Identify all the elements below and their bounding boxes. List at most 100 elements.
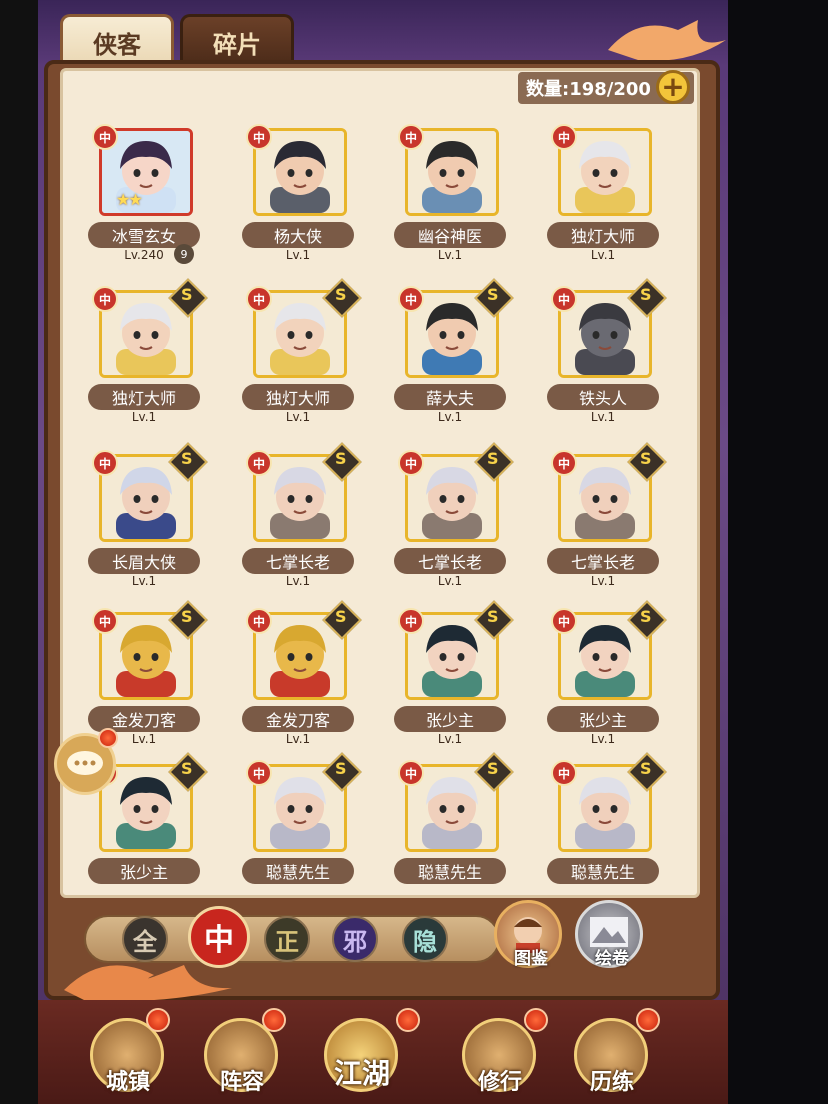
- hero-name: 独灯大师: [547, 222, 659, 248]
- faction-badge: 中: [92, 608, 118, 634]
- grade-s-icon: S: [487, 285, 499, 305]
- nav-button[interactable]: 江湖: [320, 1014, 404, 1098]
- hero-level: Lv.1: [590, 248, 616, 262]
- hero-card[interactable]: 中 S 聪慧先生: [390, 752, 520, 904]
- hero-card[interactable]: 中 S 张少主 Lv.1: [390, 600, 520, 752]
- hero-name: 七掌长老: [547, 548, 659, 574]
- scroll-gallery-label: 绘卷: [595, 949, 629, 969]
- grade-s-icon: S: [487, 449, 499, 469]
- hero-card[interactable]: 中 S 独灯大师 Lv.1: [84, 278, 214, 430]
- faction-badge: 中: [551, 450, 577, 476]
- hero-level: Lv.1: [285, 574, 311, 588]
- grade-s-icon: S: [640, 285, 652, 305]
- hero-card[interactable]: 中 S 聪慧先生: [238, 752, 368, 904]
- nav-notification-dot: [636, 1008, 660, 1032]
- hero-card[interactable]: 中 S 张少主 Lv.1: [543, 600, 673, 752]
- nav-notification-dot: [524, 1008, 548, 1032]
- tab-fragments-label: 碎片: [213, 30, 261, 59]
- grade-s-icon: S: [335, 607, 347, 627]
- codex-button[interactable]: 图鉴: [494, 900, 562, 969]
- grade-s-icon: S: [335, 449, 347, 469]
- faction-badge: 中: [246, 608, 272, 634]
- hero-level: Lv.1: [437, 732, 463, 746]
- nav-label: 阵容: [219, 1070, 264, 1095]
- game-screen: 侠客 碎片 数量:198/200 + 中 ★★ 冰雪玄女 Lv.240 9 中杨大侠 Lv.…: [38, 0, 728, 1104]
- device-bezel-right: [728, 0, 828, 1104]
- hero-name: 聪慧先生: [242, 858, 354, 884]
- grade-s-icon: S: [487, 607, 499, 627]
- hero-name: 七掌长老: [394, 548, 506, 574]
- grade-s-icon: S: [335, 759, 347, 779]
- hero-card[interactable]: 中 S 七掌长老 Lv.1: [238, 442, 368, 594]
- hero-name: 独灯大师: [88, 384, 200, 410]
- faction-badge: 中: [246, 760, 272, 786]
- hero-card[interactable]: 中幽谷神医 Lv.1: [390, 124, 520, 268]
- hero-level: Lv.1: [437, 574, 463, 588]
- hero-name: 聪慧先生: [547, 858, 659, 884]
- faction-badge: 中: [551, 608, 577, 634]
- hero-level: Lv.1: [590, 732, 616, 746]
- faction-filter-button[interactable]: 隐: [402, 916, 448, 962]
- tab-heroes-label: 侠客: [93, 30, 141, 59]
- expand-capacity-button[interactable]: +: [656, 70, 690, 104]
- faction-badge: 中: [551, 124, 577, 150]
- hero-level: Lv.1: [437, 410, 463, 424]
- faction-badge: 中: [398, 124, 424, 150]
- hero-name: 杨大侠: [242, 222, 354, 248]
- faction-badge: 中: [246, 450, 272, 476]
- hero-card[interactable]: 中 S 长眉大侠 Lv.1: [84, 442, 214, 594]
- faction-badge: 中: [398, 608, 424, 634]
- hero-card[interactable]: 中 S 聪慧先生: [543, 752, 673, 904]
- grade-s-icon: S: [335, 285, 347, 305]
- hero-card[interactable]: 中独灯大师 Lv.1: [543, 124, 673, 268]
- hero-rank-badge: 9: [174, 244, 194, 264]
- grade-s-icon: S: [487, 759, 499, 779]
- grade-s-icon: S: [640, 607, 652, 627]
- hero-level: Lv.1: [285, 248, 311, 262]
- nav-notification-dot: [262, 1008, 286, 1032]
- hero-level: Lv.1: [437, 248, 463, 262]
- star-rating: ★★: [116, 190, 143, 209]
- faction-badge: 中: [551, 760, 577, 786]
- hero-card[interactable]: 中 S 铁头人 Lv.1: [543, 278, 673, 430]
- nav-label: 城镇: [105, 1070, 150, 1095]
- nav-label: 历练: [589, 1070, 634, 1095]
- nav-label: 修行: [477, 1070, 522, 1095]
- nav-label: 江湖: [333, 1057, 390, 1090]
- faction-badge: 中: [92, 286, 118, 312]
- hero-name: 聪慧先生: [394, 858, 506, 884]
- chat-notification-dot: [98, 728, 118, 748]
- nav-notification-dot: [146, 1008, 170, 1032]
- faction-filter-button[interactable]: 正: [264, 916, 310, 962]
- grade-s-icon: S: [181, 449, 193, 469]
- hero-level: Lv.1: [590, 410, 616, 424]
- hero-name: 幽谷神医: [394, 222, 506, 248]
- hero-name: 张少主: [394, 706, 506, 732]
- hero-name: 张少主: [88, 858, 200, 884]
- faction-badge: 中: [246, 124, 272, 150]
- grade-s-icon: S: [640, 449, 652, 469]
- hero-level: Lv.1: [131, 410, 157, 424]
- hero-card[interactable]: 中 S 金发刀客 Lv.1: [238, 600, 368, 752]
- device-bezel-left: [0, 0, 38, 1104]
- faction-badge: 中: [246, 286, 272, 312]
- hero-level: Lv.1: [131, 574, 157, 588]
- faction-badge: 中: [398, 286, 424, 312]
- faction-badge: 中: [551, 286, 577, 312]
- hero-name: 张少主: [547, 706, 659, 732]
- chat-bubble-icon: [67, 751, 103, 775]
- hero-name: 独灯大师: [242, 384, 354, 410]
- hero-card[interactable]: 中 S 七掌长老 Lv.1: [543, 442, 673, 594]
- hero-card[interactable]: 中杨大侠 Lv.1: [238, 124, 368, 268]
- hero-count-text: 数量:198/200: [526, 79, 651, 100]
- hero-card[interactable]: 中 S 薛大夫 Lv.1: [390, 278, 520, 430]
- hero-card[interactable]: 中 ★★ 冰雪玄女 Lv.240 9: [84, 124, 214, 268]
- plus-icon: +: [661, 70, 685, 103]
- grade-s-icon: S: [181, 607, 193, 627]
- hero-name: 铁头人: [547, 384, 659, 410]
- faction-filter-button[interactable]: 邪: [332, 916, 378, 962]
- grade-s-icon: S: [181, 759, 193, 779]
- scroll-gallery-button[interactable]: 绘卷: [575, 900, 643, 969]
- hero-card[interactable]: 中 S 七掌长老 Lv.1: [390, 442, 520, 594]
- hero-card[interactable]: 中 S 独灯大师 Lv.1: [238, 278, 368, 430]
